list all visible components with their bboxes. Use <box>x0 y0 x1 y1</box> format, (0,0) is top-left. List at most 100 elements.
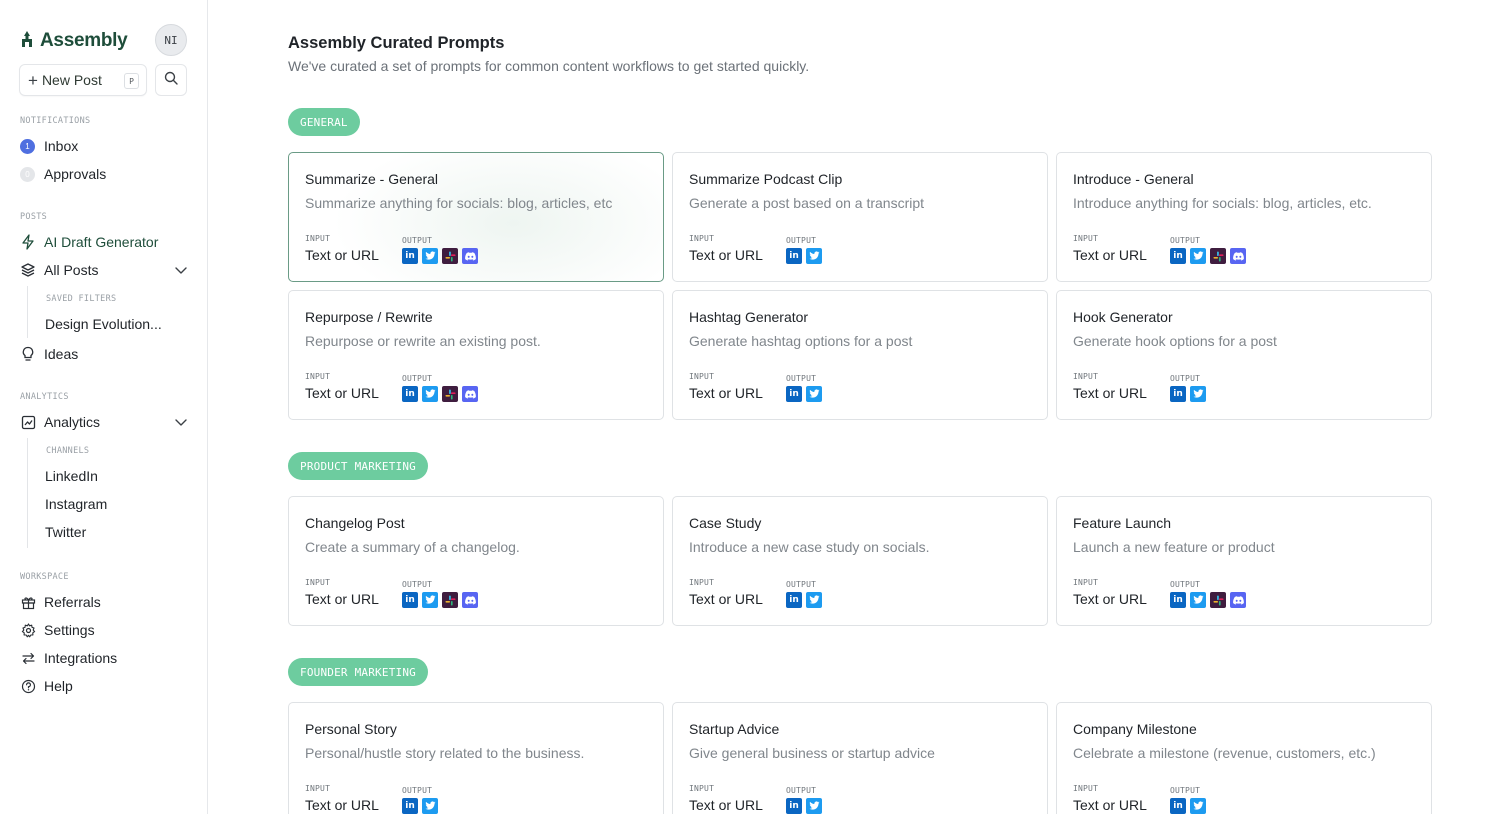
prompt-card[interactable]: Company Milestone Celebrate a milestone (… <box>1056 702 1432 814</box>
linkedin-icon: in <box>1170 248 1186 264</box>
tree-connector <box>27 286 28 338</box>
category-pill: FOUNDER MARKETING <box>288 658 428 686</box>
sidebar-item-label: AI Draft Generator <box>44 234 159 250</box>
prompt-card[interactable]: Repurpose / Rewrite Repurpose or rewrite … <box>288 290 664 420</box>
slack-icon <box>1210 248 1226 264</box>
sidebar-item-settings[interactable]: Settings <box>20 618 190 642</box>
sidebar-item-ai-draft-generator[interactable]: AI Draft Generator <box>20 230 190 254</box>
channel-item-twitter[interactable]: Twitter <box>45 524 86 540</box>
output-label: OUTPUT <box>786 580 817 589</box>
layers-icon <box>20 262 36 278</box>
output-channels: in <box>402 592 478 608</box>
input-value: Text or URL <box>1073 591 1147 607</box>
prompt-card[interactable]: Personal Story Personal/hustle story rela… <box>288 702 664 814</box>
output-channels: in <box>786 386 822 402</box>
card-title: Case Study <box>689 515 762 531</box>
prompt-card[interactable]: Feature Launch Launch a new feature or pr… <box>1056 496 1432 626</box>
prompt-card[interactable]: Hashtag Generator Generate hashtag option… <box>672 290 1048 420</box>
prompt-card[interactable]: Startup Advice Give general business or s… <box>672 702 1048 814</box>
help-circle-icon <box>20 678 36 694</box>
lightbulb-icon <box>20 346 36 362</box>
category-pill: GENERAL <box>288 108 360 136</box>
card-description: Celebrate a milestone (revenue, customer… <box>1073 745 1376 761</box>
card-title: Hook Generator <box>1073 309 1173 325</box>
twitter-icon <box>806 386 822 402</box>
output-channels: in <box>1170 592 1246 608</box>
page-subtitle: We've curated a set of prompts for commo… <box>288 58 810 74</box>
output-channels: in <box>1170 798 1206 814</box>
output-channels: in <box>786 248 822 264</box>
linkedin-icon: in <box>1170 592 1186 608</box>
output-label: OUTPUT <box>402 374 433 383</box>
sidebar-item-ideas[interactable]: Ideas <box>20 342 190 366</box>
card-title: Repurpose / Rewrite <box>305 309 433 325</box>
input-label: INPUT <box>1073 784 1099 793</box>
slack-icon <box>442 386 458 402</box>
twitter-icon <box>422 592 438 608</box>
discord-icon <box>462 592 478 608</box>
input-value: Text or URL <box>1073 797 1147 813</box>
sidebar-item-integrations[interactable]: Integrations <box>20 646 190 670</box>
sidebar-item-approvals[interactable]: 0 Approvals <box>20 162 190 186</box>
channel-item-instagram[interactable]: Instagram <box>45 496 107 512</box>
linkedin-icon: in <box>786 248 802 264</box>
posts-section-label: POSTS <box>20 212 48 222</box>
input-label: INPUT <box>689 578 715 587</box>
avatar[interactable]: NI <box>155 24 187 56</box>
prompt-card[interactable]: Summarize Podcast Clip Generate a post ba… <box>672 152 1048 282</box>
sidebar-item-label: Referrals <box>44 594 101 610</box>
sidebar-item-label: Analytics <box>44 414 101 430</box>
input-label: INPUT <box>305 234 331 243</box>
prompt-card[interactable]: Changelog Post Create a summary of a chan… <box>288 496 664 626</box>
approvals-count-badge: 0 <box>20 166 35 182</box>
output-label: OUTPUT <box>786 374 817 383</box>
twitter-icon <box>422 798 438 814</box>
lightning-icon <box>20 234 36 250</box>
input-label: INPUT <box>305 372 331 381</box>
brand-logo[interactable]: Assembly <box>20 30 128 52</box>
chevron-down-icon[interactable] <box>174 263 188 280</box>
input-label: INPUT <box>689 372 715 381</box>
linkedin-icon: in <box>402 386 418 402</box>
twitter-icon <box>1190 248 1206 264</box>
notifications-section-label: NOTIFICATIONS <box>20 116 91 126</box>
sidebar-item-label: Approvals <box>44 166 107 182</box>
sidebar-item-help[interactable]: Help <box>20 674 190 698</box>
prompt-card[interactable]: Introduce - General Introduce anything fo… <box>1056 152 1432 282</box>
sidebar-item-referrals[interactable]: Referrals <box>20 590 190 614</box>
sidebar-item-inbox[interactable]: 1 Inbox <box>20 134 190 158</box>
output-channels: in <box>786 592 822 608</box>
card-description: Give general business or startup advice <box>689 745 935 761</box>
saved-filters-label: SAVED FILTERS <box>46 294 117 304</box>
prompt-card[interactable]: Hook Generator Generate hook options for … <box>1056 290 1432 420</box>
saved-filter-item[interactable]: Design Evolution... <box>45 316 162 332</box>
input-value: Text or URL <box>689 385 763 401</box>
chevron-down-icon[interactable] <box>174 415 188 432</box>
input-value: Text or URL <box>1073 247 1147 263</box>
sidebar-item-label: Integrations <box>44 650 118 666</box>
input-value: Text or URL <box>689 797 763 813</box>
new-post-label: New Post <box>41 72 102 88</box>
card-title: Hashtag Generator <box>689 309 809 325</box>
prompt-card[interactable]: Case Study Introduce a new case study on … <box>672 496 1048 626</box>
output-label: OUTPUT <box>402 236 433 245</box>
output-label: OUTPUT <box>1170 786 1201 795</box>
new-post-button[interactable]: + New Post P <box>19 64 147 96</box>
slack-icon <box>1210 592 1226 608</box>
search-icon <box>164 71 178 90</box>
assembly-logo-icon <box>20 30 34 52</box>
card-description: Generate hook options for a post <box>1073 333 1277 349</box>
analytics-section-label: ANALYTICS <box>20 392 69 402</box>
channel-item-linkedin[interactable]: LinkedIn <box>45 468 98 484</box>
discord-icon <box>1230 592 1246 608</box>
output-channels: in <box>402 386 478 402</box>
sidebar-item-analytics[interactable]: Analytics <box>20 410 190 434</box>
card-title: Introduce - General <box>1073 171 1194 187</box>
input-label: INPUT <box>1073 372 1099 381</box>
sidebar: Assembly NI + New Post P NOTIFICATIONS 1… <box>0 0 208 814</box>
linkedin-icon: in <box>786 592 802 608</box>
prompt-card[interactable]: Summarize - General Summarize anything fo… <box>288 152 664 282</box>
search-button[interactable] <box>155 64 187 96</box>
sidebar-item-all-posts[interactable]: All Posts <box>20 258 190 282</box>
output-label: OUTPUT <box>786 786 817 795</box>
